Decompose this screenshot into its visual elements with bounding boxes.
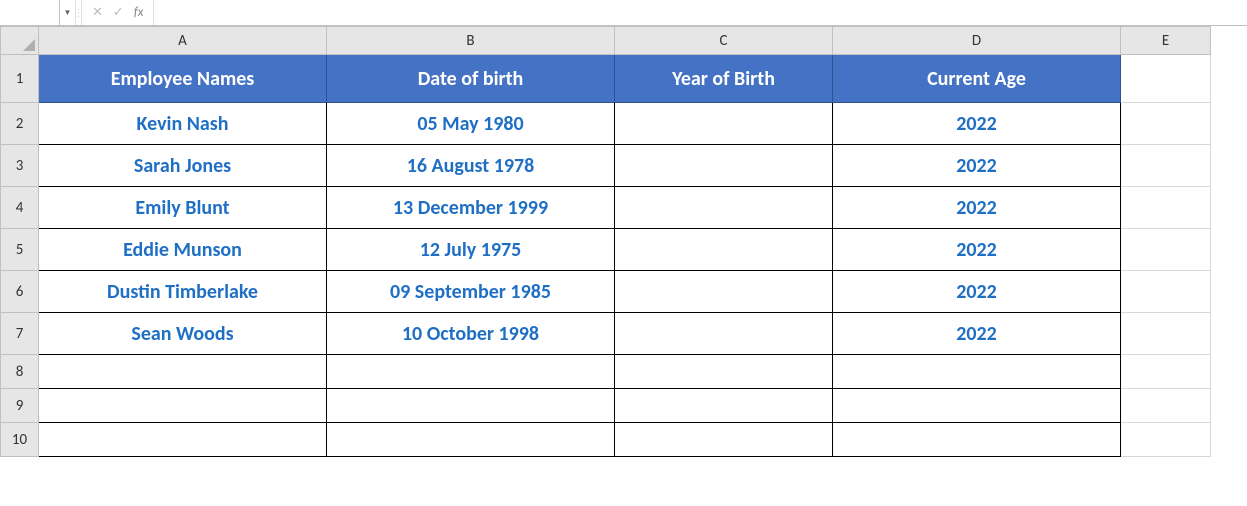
row-header-4[interactable]: 4 — [1, 187, 39, 229]
cell-E3[interactable] — [1121, 145, 1211, 187]
cell-C2[interactable] — [615, 103, 833, 145]
col-header-B[interactable]: B — [327, 27, 615, 55]
header-year-of-birth[interactable]: Year of Birth — [615, 55, 833, 103]
header-current-age[interactable]: Current Age — [833, 55, 1121, 103]
cell-A4[interactable]: Emily Blunt — [39, 187, 327, 229]
cell-C10[interactable] — [615, 423, 833, 457]
cell-D9[interactable] — [833, 389, 1121, 423]
column-header-row: A B C D E — [1, 27, 1211, 55]
table-row: 10 — [1, 423, 1211, 457]
cell-E6[interactable] — [1121, 271, 1211, 313]
cell-C3[interactable] — [615, 145, 833, 187]
table-row: 1 Employee Names Date of birth Year of B… — [1, 55, 1211, 103]
cell-E8[interactable] — [1121, 355, 1211, 389]
cell-E5[interactable] — [1121, 229, 1211, 271]
cell-A8[interactable] — [39, 355, 327, 389]
cell-C9[interactable] — [615, 389, 833, 423]
cell-C7[interactable] — [615, 313, 833, 355]
row-header-3[interactable]: 3 — [1, 145, 39, 187]
table-row: 8 — [1, 355, 1211, 389]
cell-C4[interactable] — [615, 187, 833, 229]
cell-D5[interactable]: 2022 — [833, 229, 1121, 271]
cell-A7[interactable]: Sean Woods — [39, 313, 327, 355]
cell-D6[interactable]: 2022 — [833, 271, 1121, 313]
row-header-6[interactable]: 6 — [1, 271, 39, 313]
table-row: 7 Sean Woods 10 October 1998 2022 — [1, 313, 1211, 355]
cell-C6[interactable] — [615, 271, 833, 313]
row-header-8[interactable]: 8 — [1, 355, 39, 389]
cell-A3[interactable]: Sarah Jones — [39, 145, 327, 187]
select-all-corner[interactable] — [1, 27, 39, 55]
cell-E2[interactable] — [1121, 103, 1211, 145]
row-header-5[interactable]: 5 — [1, 229, 39, 271]
cell-E10[interactable] — [1121, 423, 1211, 457]
cell-C5[interactable] — [615, 229, 833, 271]
table-row: 2 Kevin Nash 05 May 1980 2022 — [1, 103, 1211, 145]
cell-D8[interactable] — [833, 355, 1121, 389]
table-row: 4 Emily Blunt 13 December 1999 2022 — [1, 187, 1211, 229]
cell-B5[interactable]: 12 July 1975 — [327, 229, 615, 271]
cell-D4[interactable]: 2022 — [833, 187, 1121, 229]
cell-B4[interactable]: 13 December 1999 — [327, 187, 615, 229]
table-row: 6 Dustin Timberlake 09 September 1985 20… — [1, 271, 1211, 313]
formula-bar: ▼ ⋮ ✕ ✓ fx — [0, 0, 1247, 26]
enter-icon[interactable]: ✓ — [113, 5, 124, 20]
row-header-9[interactable]: 9 — [1, 389, 39, 423]
cell-B3[interactable]: 16 August 1978 — [327, 145, 615, 187]
cell-E1[interactable] — [1121, 55, 1211, 103]
name-box[interactable] — [0, 0, 60, 25]
cell-E4[interactable] — [1121, 187, 1211, 229]
row-header-10[interactable]: 10 — [1, 423, 39, 457]
cell-D2[interactable]: 2022 — [833, 103, 1121, 145]
row-header-2[interactable]: 2 — [1, 103, 39, 145]
table-row: 5 Eddie Munson 12 July 1975 2022 — [1, 229, 1211, 271]
col-header-A[interactable]: A — [39, 27, 327, 55]
cell-B6[interactable]: 09 September 1985 — [327, 271, 615, 313]
cell-A10[interactable] — [39, 423, 327, 457]
cell-C8[interactable] — [615, 355, 833, 389]
cell-D3[interactable]: 2022 — [833, 145, 1121, 187]
cell-B10[interactable] — [327, 423, 615, 457]
header-employee-names[interactable]: Employee Names — [39, 55, 327, 103]
col-header-E[interactable]: E — [1121, 27, 1211, 55]
spreadsheet-grid: A B C D E 1 Employee Names Date of birth… — [0, 26, 1247, 457]
cell-B8[interactable] — [327, 355, 615, 389]
cell-E9[interactable] — [1121, 389, 1211, 423]
table-row: 3 Sarah Jones 16 August 1978 2022 — [1, 145, 1211, 187]
cell-B9[interactable] — [327, 389, 615, 423]
cell-A5[interactable]: Eddie Munson — [39, 229, 327, 271]
cell-A6[interactable]: Dustin Timberlake — [39, 271, 327, 313]
cell-B2[interactable]: 05 May 1980 — [327, 103, 615, 145]
cell-D10[interactable] — [833, 423, 1121, 457]
cell-A9[interactable] — [39, 389, 327, 423]
cell-A2[interactable]: Kevin Nash — [39, 103, 327, 145]
col-header-D[interactable]: D — [833, 27, 1121, 55]
cancel-icon[interactable]: ✕ — [92, 5, 103, 20]
formula-input[interactable] — [154, 0, 1247, 25]
row-header-1[interactable]: 1 — [1, 55, 39, 103]
cell-B7[interactable]: 10 October 1998 — [327, 313, 615, 355]
cell-D7[interactable]: 2022 — [833, 313, 1121, 355]
header-date-of-birth[interactable]: Date of birth — [327, 55, 615, 103]
grid-table: A B C D E 1 Employee Names Date of birth… — [0, 26, 1211, 457]
formula-bar-controls: ✕ ✓ fx — [82, 0, 154, 25]
fx-icon[interactable]: fx — [134, 5, 144, 20]
table-row: 9 — [1, 389, 1211, 423]
cell-E7[interactable] — [1121, 313, 1211, 355]
row-header-7[interactable]: 7 — [1, 313, 39, 355]
col-header-C[interactable]: C — [615, 27, 833, 55]
